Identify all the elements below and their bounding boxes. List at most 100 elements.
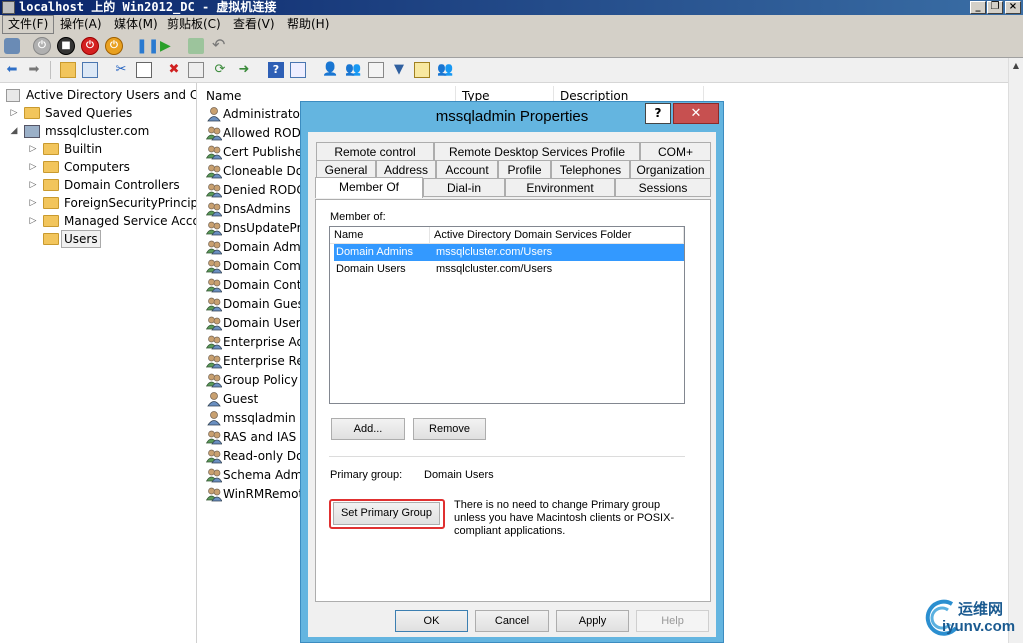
group-icon — [205, 372, 223, 388]
member-name: Domain Admins — [336, 246, 414, 258]
menu-media[interactable]: 媒体(M) — [109, 15, 163, 34]
add-to-group-icon[interactable]: 👥 — [437, 62, 453, 78]
folder-icon — [43, 143, 59, 155]
find-icon[interactable] — [414, 62, 430, 78]
member-column-name[interactable]: Name — [330, 227, 430, 244]
member-row[interactable]: Domain Users mssqlcluster.com/Users — [334, 261, 684, 278]
tree-item-label: Computers — [64, 160, 130, 174]
member-of-list[interactable]: Name Active Directory Domain Services Fo… — [329, 226, 685, 404]
help-button[interactable]: Help — [636, 610, 709, 632]
minimize-icon[interactable]: _ — [970, 1, 986, 14]
folder-icon — [43, 215, 59, 227]
ctrl-alt-del-icon[interactable] — [4, 38, 20, 54]
folder-icon — [43, 197, 59, 209]
list-item-name: Guest — [223, 392, 259, 406]
expand-arrow-icon[interactable]: ▷ — [29, 194, 37, 212]
list-item-name: Schema Admir — [223, 468, 311, 482]
tree-item-label: Users — [61, 230, 101, 248]
apply-button[interactable]: Apply — [556, 610, 629, 632]
pause-icon[interactable]: ❚❚ — [136, 38, 159, 54]
tab-remote-control[interactable]: Remote control — [316, 142, 434, 161]
show-console-tree-icon[interactable] — [82, 62, 98, 78]
menu-action[interactable]: 操作(A) — [55, 15, 107, 34]
new-ou-icon[interactable] — [368, 62, 384, 78]
expand-arrow-icon[interactable]: ▷ — [10, 104, 18, 122]
list-item-name: Read-only Dor — [223, 449, 309, 463]
refresh-icon[interactable]: ⟳ — [212, 62, 228, 78]
save-state-icon[interactable]: ⏻ — [105, 37, 123, 55]
expand-arrow-icon[interactable]: ▷ — [29, 140, 37, 158]
ok-button[interactable]: OK — [395, 610, 468, 632]
tree-item-label: mssqlcluster.com — [45, 124, 150, 138]
export-list-icon[interactable]: ➜ — [236, 62, 252, 78]
shutdown-icon[interactable]: ⏻ — [81, 37, 99, 55]
expand-arrow-icon[interactable]: ▷ — [29, 212, 37, 230]
add-button[interactable]: Add... — [331, 418, 405, 440]
help-icon[interactable]: ? — [268, 62, 284, 78]
folder-icon — [24, 107, 40, 119]
tab-remote-desktop-services-profile[interactable]: Remote Desktop Services Profile — [434, 142, 640, 161]
collapse-arrow-icon[interactable]: ◢ — [10, 122, 18, 140]
member-column-folder[interactable]: Active Directory Domain Services Folder — [430, 227, 684, 244]
member-name: Domain Users — [336, 263, 406, 275]
group-icon — [205, 315, 223, 331]
menu-view[interactable]: 查看(V) — [228, 15, 280, 34]
expand-arrow-icon[interactable]: ▷ — [29, 176, 37, 194]
menu-help[interactable]: 帮助(H) — [282, 15, 334, 34]
list-item-name: WinRMRemote — [223, 487, 311, 501]
vm-app-icon — [2, 1, 15, 14]
help-icon[interactable]: ? — [645, 103, 671, 124]
tab-member-of[interactable]: Member Of — [315, 177, 423, 198]
folder-icon — [43, 233, 59, 245]
remove-button[interactable]: Remove — [413, 418, 486, 440]
member-folder: mssqlcluster.com/Users — [436, 263, 553, 275]
menu-file[interactable]: 文件(F) — [2, 15, 55, 34]
action-pane-icon[interactable] — [290, 62, 306, 78]
cancel-button[interactable]: Cancel — [475, 610, 549, 632]
group-icon — [205, 486, 223, 502]
scroll-up-icon[interactable]: ▲ — [1009, 58, 1023, 74]
delete-icon[interactable]: ✖ — [166, 62, 182, 78]
group-icon — [205, 125, 223, 141]
tab-dial-in[interactable]: Dial-in — [423, 178, 505, 197]
vm-title-bar: localhost 上的 Win2012_DC - 虚拟机连接 _ ❐ × — [0, 0, 1023, 15]
up-folder-icon[interactable] — [60, 62, 76, 78]
tab-profile[interactable]: Profile — [498, 160, 551, 179]
start-icon[interactable]: ⏻ — [33, 37, 51, 55]
tab-sessions[interactable]: Sessions — [615, 178, 711, 197]
group-icon — [205, 258, 223, 274]
watermark-logo: 运维网 iyunv.com — [922, 596, 1022, 641]
set-primary-group-button[interactable]: Set Primary Group — [333, 502, 440, 525]
copy-icon[interactable] — [136, 62, 152, 78]
resume-icon[interactable]: ▶ — [160, 38, 174, 54]
user-icon — [206, 391, 222, 407]
forward-icon[interactable]: ➡ — [26, 62, 42, 78]
cut-icon[interactable]: ✂ — [113, 62, 129, 78]
back-icon[interactable]: ⬅ — [4, 62, 20, 78]
expand-arrow-icon[interactable]: ▷ — [29, 158, 37, 176]
revert-icon[interactable]: ↶ — [212, 36, 228, 54]
filter-icon[interactable]: ▼ — [391, 62, 407, 78]
tab-com-plus[interactable]: COM+ — [640, 142, 711, 161]
group-icon — [205, 163, 223, 179]
primary-group-label: Primary group: — [330, 469, 403, 481]
tab-telephones[interactable]: Telephones — [551, 160, 630, 179]
group-icon — [205, 467, 223, 483]
turn-off-icon[interactable]: ■ — [57, 37, 75, 55]
menu-clipboard[interactable]: 剪贴板(C) — [162, 15, 226, 34]
vertical-scrollbar[interactable]: ▲ — [1008, 58, 1023, 643]
list-item-name: Domain Contr — [223, 278, 307, 292]
primary-group-value: Domain Users — [424, 469, 494, 481]
tab-environment[interactable]: Environment — [505, 178, 615, 197]
close-icon[interactable]: × — [1005, 1, 1021, 14]
new-user-icon[interactable]: 👤 — [322, 62, 338, 78]
restore-icon[interactable]: ❐ — [987, 1, 1003, 14]
tab-account[interactable]: Account — [436, 160, 498, 179]
member-row[interactable]: Domain Admins mssqlcluster.com/Users — [334, 244, 684, 261]
checkpoint-icon[interactable] — [188, 38, 204, 54]
list-item-name: Cloneable Don — [223, 164, 311, 178]
new-group-icon[interactable]: 👥 — [345, 62, 361, 78]
close-icon[interactable]: ✕ — [673, 103, 719, 124]
properties-icon[interactable] — [188, 62, 204, 78]
tab-organization[interactable]: Organization — [630, 160, 711, 179]
